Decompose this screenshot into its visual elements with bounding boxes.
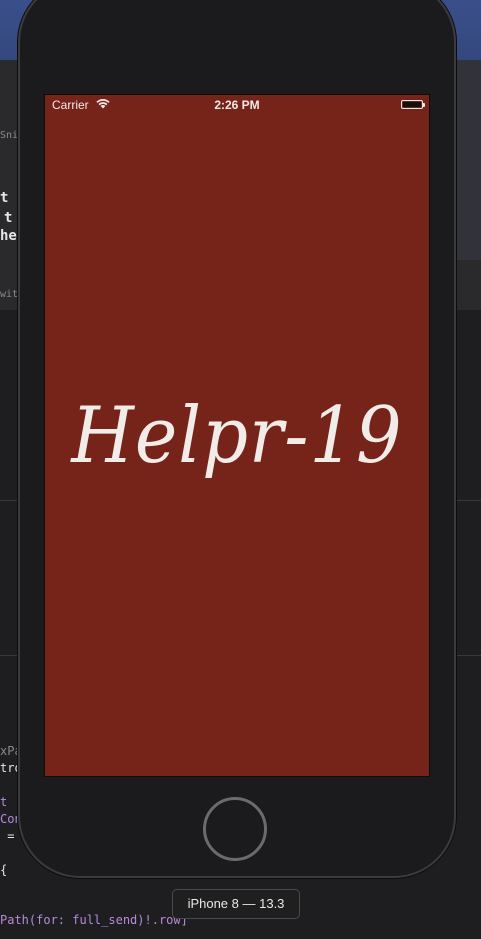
battery-icon	[401, 100, 425, 109]
simulator-screen[interactable]: Carrier 2:26 PM Helpr-19	[44, 94, 430, 777]
status-time: 2:26 PM	[214, 98, 260, 112]
home-button[interactable]	[203, 797, 267, 861]
battery-level	[403, 102, 421, 107]
code-line: =	[0, 829, 15, 843]
snippet-text: t	[4, 210, 13, 226]
device-label: iPhone 8 — 13.3	[172, 889, 300, 919]
xcode-side-panel	[455, 60, 481, 260]
snippet-text: he	[0, 228, 17, 244]
code-line: t	[0, 795, 8, 809]
code-line: {	[0, 863, 8, 877]
status-bar: Carrier 2:26 PM	[45, 95, 429, 115]
snippet-text: t	[0, 190, 9, 206]
code-line: Path(for: full_send)!.row]	[0, 913, 188, 927]
splash-title: Helpr-19	[71, 391, 403, 481]
